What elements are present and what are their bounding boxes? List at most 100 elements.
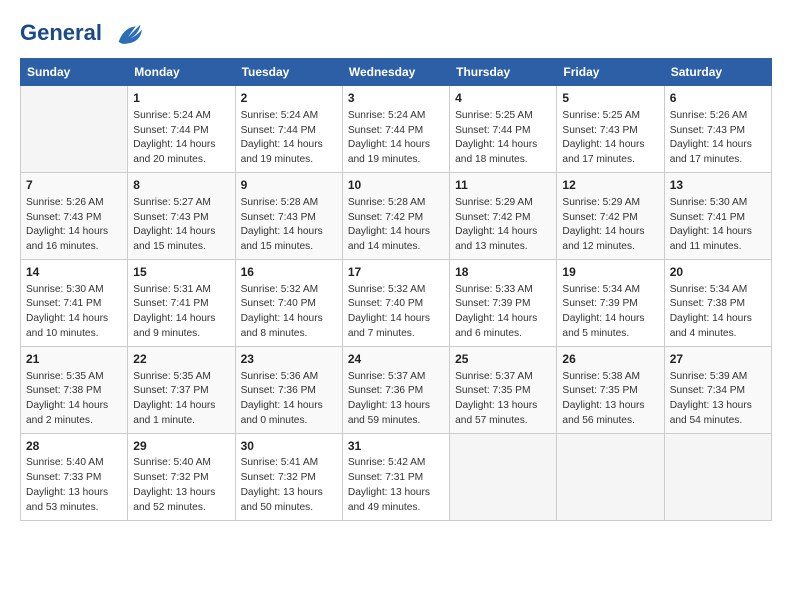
day-content: Sunrise: 5:26 AM Sunset: 7:43 PM Dayligh… [26, 196, 122, 255]
day-number: 18 [455, 264, 551, 281]
day-content: Sunrise: 5:34 AM Sunset: 7:38 PM Dayligh… [670, 283, 766, 342]
day-number: 5 [562, 90, 658, 107]
calendar-cell: 23 Sunrise: 5:36 AM Sunset: 7:36 PM Dayli… [235, 346, 342, 433]
calendar-cell: 31Sunrise: 5:42 AM Sunset: 7:31 PM Dayli… [342, 433, 449, 520]
calendar-cell: 11 Sunrise: 5:29 AM Sunset: 7:42 PM Dayli… [450, 172, 557, 259]
day-content: Sunrise: 5:28 AM Sunset: 7:42 PM Dayligh… [348, 196, 444, 255]
logo-text: General [20, 20, 144, 48]
calendar-cell: 8 Sunrise: 5:27 AM Sunset: 7:43 PM Daylig… [128, 172, 235, 259]
calendar-cell: 6 Sunrise: 5:26 AM Sunset: 7:43 PM Daylig… [664, 86, 771, 173]
day-number: 10 [348, 177, 444, 194]
calendar-cell: 16Sunrise: 5:32 AM Sunset: 7:40 PM Dayli… [235, 259, 342, 346]
day-number: 20 [670, 264, 766, 281]
week-row-5: 28Sunrise: 5:40 AM Sunset: 7:33 PM Dayli… [21, 433, 772, 520]
weekday-header-friday: Friday [557, 59, 664, 86]
calendar-cell: 1 Sunrise: 5:24 AM Sunset: 7:44 PM Daylig… [128, 86, 235, 173]
day-number: 24 [348, 351, 444, 368]
day-content: Sunrise: 5:35 AM Sunset: 7:38 PM Dayligh… [26, 370, 122, 429]
calendar-cell: 29Sunrise: 5:40 AM Sunset: 7:32 PM Dayli… [128, 433, 235, 520]
day-number: 19 [562, 264, 658, 281]
day-number: 14 [26, 264, 122, 281]
logo: General [20, 20, 144, 48]
day-content: Sunrise: 5:35 AM Sunset: 7:37 PM Dayligh… [133, 370, 229, 429]
calendar-cell: 10 Sunrise: 5:28 AM Sunset: 7:42 PM Dayli… [342, 172, 449, 259]
calendar-cell: 26Sunrise: 5:38 AM Sunset: 7:35 PM Dayli… [557, 346, 664, 433]
weekday-header-sunday: Sunday [21, 59, 128, 86]
calendar-cell: 4 Sunrise: 5:25 AM Sunset: 7:44 PM Daylig… [450, 86, 557, 173]
day-content: Sunrise: 5:37 AM Sunset: 7:36 PM Dayligh… [348, 370, 444, 429]
day-content: Sunrise: 5:30 AM Sunset: 7:41 PM Dayligh… [26, 283, 122, 342]
day-number: 4 [455, 90, 551, 107]
day-number: 21 [26, 351, 122, 368]
calendar-cell [21, 86, 128, 173]
day-number: 7 [26, 177, 122, 194]
day-content: Sunrise: 5:34 AM Sunset: 7:39 PM Dayligh… [562, 283, 658, 342]
week-row-1: 1 Sunrise: 5:24 AM Sunset: 7:44 PM Daylig… [21, 86, 772, 173]
calendar-cell: 20 Sunrise: 5:34 AM Sunset: 7:38 PM Dayli… [664, 259, 771, 346]
calendar-body: 1 Sunrise: 5:24 AM Sunset: 7:44 PM Daylig… [21, 86, 772, 521]
day-content: Sunrise: 5:24 AM Sunset: 7:44 PM Dayligh… [348, 109, 444, 168]
day-number: 22 [133, 351, 229, 368]
day-content: Sunrise: 5:27 AM Sunset: 7:43 PM Dayligh… [133, 196, 229, 255]
day-number: 16 [241, 264, 337, 281]
day-number: 3 [348, 90, 444, 107]
day-number: 29 [133, 438, 229, 455]
day-content: Sunrise: 5:24 AM Sunset: 7:44 PM Dayligh… [133, 109, 229, 168]
day-content: Sunrise: 5:39 AM Sunset: 7:34 PM Dayligh… [670, 370, 766, 429]
day-content: Sunrise: 5:33 AM Sunset: 7:39 PM Dayligh… [455, 283, 551, 342]
calendar-cell: 3 Sunrise: 5:24 AM Sunset: 7:44 PM Daylig… [342, 86, 449, 173]
day-number: 8 [133, 177, 229, 194]
day-content: Sunrise: 5:29 AM Sunset: 7:42 PM Dayligh… [562, 196, 658, 255]
day-content: Sunrise: 5:31 AM Sunset: 7:41 PM Dayligh… [133, 283, 229, 342]
day-content: Sunrise: 5:29 AM Sunset: 7:42 PM Dayligh… [455, 196, 551, 255]
calendar-cell: 12Sunrise: 5:29 AM Sunset: 7:42 PM Dayli… [557, 172, 664, 259]
calendar-cell: 24 Sunrise: 5:37 AM Sunset: 7:36 PM Dayli… [342, 346, 449, 433]
day-content: Sunrise: 5:37 AM Sunset: 7:35 PM Dayligh… [455, 370, 551, 429]
weekday-header-tuesday: Tuesday [235, 59, 342, 86]
weekday-header-saturday: Saturday [664, 59, 771, 86]
day-number: 11 [455, 177, 551, 194]
day-content: Sunrise: 5:40 AM Sunset: 7:33 PM Dayligh… [26, 456, 122, 515]
day-content: Sunrise: 5:36 AM Sunset: 7:36 PM Dayligh… [241, 370, 337, 429]
day-number: 17 [348, 264, 444, 281]
calendar-cell [664, 433, 771, 520]
day-number: 28 [26, 438, 122, 455]
calendar-cell: 19 Sunrise: 5:34 AM Sunset: 7:39 PM Dayli… [557, 259, 664, 346]
calendar-cell [450, 433, 557, 520]
calendar-cell: 25Sunrise: 5:37 AM Sunset: 7:35 PM Dayli… [450, 346, 557, 433]
day-number: 13 [670, 177, 766, 194]
calendar-cell: 2Sunrise: 5:24 AM Sunset: 7:44 PM Daylig… [235, 86, 342, 173]
day-number: 2 [241, 90, 337, 107]
week-row-2: 7 Sunrise: 5:26 AM Sunset: 7:43 PM Daylig… [21, 172, 772, 259]
day-content: Sunrise: 5:28 AM Sunset: 7:43 PM Dayligh… [241, 196, 337, 255]
day-number: 30 [241, 438, 337, 455]
calendar-cell: 18 Sunrise: 5:33 AM Sunset: 7:39 PM Dayli… [450, 259, 557, 346]
calendar-cell: 30Sunrise: 5:41 AM Sunset: 7:32 PM Dayli… [235, 433, 342, 520]
weekday-header-wednesday: Wednesday [342, 59, 449, 86]
calendar-cell: 5Sunrise: 5:25 AM Sunset: 7:43 PM Daylig… [557, 86, 664, 173]
day-number: 31 [348, 438, 444, 455]
day-content: Sunrise: 5:30 AM Sunset: 7:41 PM Dayligh… [670, 196, 766, 255]
weekday-header-thursday: Thursday [450, 59, 557, 86]
calendar-cell: 14 Sunrise: 5:30 AM Sunset: 7:41 PM Dayli… [21, 259, 128, 346]
day-number: 27 [670, 351, 766, 368]
weekday-header-row: SundayMondayTuesdayWednesdayThursdayFrid… [21, 59, 772, 86]
calendar-cell: 27 Sunrise: 5:39 AM Sunset: 7:34 PM Dayli… [664, 346, 771, 433]
day-number: 9 [241, 177, 337, 194]
calendar-cell: 21 Sunrise: 5:35 AM Sunset: 7:38 PM Dayli… [21, 346, 128, 433]
calendar-cell: 9 Sunrise: 5:28 AM Sunset: 7:43 PM Daylig… [235, 172, 342, 259]
calendar-cell: 7 Sunrise: 5:26 AM Sunset: 7:43 PM Daylig… [21, 172, 128, 259]
day-number: 1 [133, 90, 229, 107]
week-row-3: 14 Sunrise: 5:30 AM Sunset: 7:41 PM Dayli… [21, 259, 772, 346]
day-content: Sunrise: 5:41 AM Sunset: 7:32 PM Dayligh… [241, 456, 337, 515]
day-content: Sunrise: 5:25 AM Sunset: 7:44 PM Dayligh… [455, 109, 551, 168]
day-number: 23 [241, 351, 337, 368]
week-row-4: 21 Sunrise: 5:35 AM Sunset: 7:38 PM Dayli… [21, 346, 772, 433]
calendar-cell: 13 Sunrise: 5:30 AM Sunset: 7:41 PM Dayli… [664, 172, 771, 259]
calendar-cell: 15Sunrise: 5:31 AM Sunset: 7:41 PM Dayli… [128, 259, 235, 346]
day-number: 6 [670, 90, 766, 107]
day-content: Sunrise: 5:26 AM Sunset: 7:43 PM Dayligh… [670, 109, 766, 168]
calendar-cell: 28Sunrise: 5:40 AM Sunset: 7:33 PM Dayli… [21, 433, 128, 520]
day-content: Sunrise: 5:32 AM Sunset: 7:40 PM Dayligh… [348, 283, 444, 342]
day-content: Sunrise: 5:40 AM Sunset: 7:32 PM Dayligh… [133, 456, 229, 515]
